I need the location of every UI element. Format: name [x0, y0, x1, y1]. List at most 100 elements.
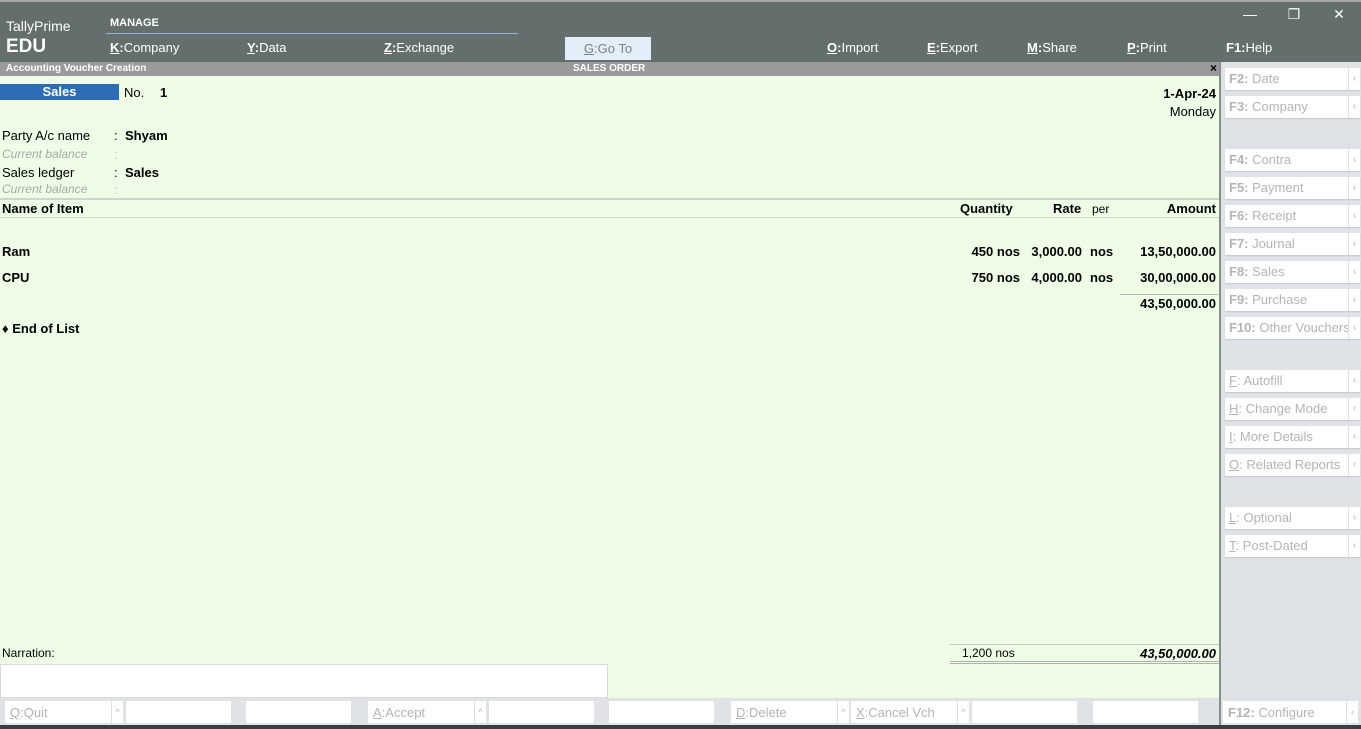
contra-button[interactable]: F4: Contra ‹ [1225, 149, 1360, 171]
menu-label: Export [940, 40, 978, 55]
menu-share[interactable]: M:Share [1027, 40, 1077, 55]
item-quantity[interactable]: 450 nos [972, 244, 1020, 259]
btn-key: F4 [1229, 152, 1245, 167]
close-screen-icon[interactable]: × [1210, 61, 1217, 75]
arrow-up-icon: ^ [957, 701, 969, 723]
btn-label: Post-Dated [1242, 538, 1308, 553]
item-per[interactable]: nos [1090, 244, 1113, 259]
btn-label: Optional [1243, 510, 1292, 525]
accept-button[interactable]: A:Accept ^ [368, 701, 486, 723]
item-name[interactable]: CPU [2, 270, 29, 285]
empty-button [1093, 701, 1198, 723]
journal-button[interactable]: F7: Journal ‹ [1225, 233, 1360, 255]
btn-key: F10 [1229, 320, 1252, 335]
sales-ledger-label: Sales ledger [2, 165, 75, 180]
item-amount[interactable]: 30,00,000.00 [1140, 270, 1216, 285]
btn-key: F6 [1229, 208, 1245, 223]
menu-exchange[interactable]: Z:Exchange [384, 40, 454, 55]
total-divider [950, 661, 1219, 662]
menu-key: Z [384, 40, 392, 55]
item-per[interactable]: nos [1090, 270, 1113, 285]
item-amount[interactable]: 13,50,000.00 [1140, 244, 1216, 259]
item-name[interactable]: Ram [2, 244, 30, 259]
payment-button[interactable]: F5: Payment ‹ [1225, 177, 1360, 199]
menu-company[interactable]: K:Company [110, 40, 179, 55]
btn-label: Receipt [1252, 208, 1297, 223]
table-header-divider [0, 198, 1219, 200]
btn-key: F12 [1228, 705, 1251, 720]
arrow-up-icon: ^ [837, 701, 849, 723]
more-details-button[interactable]: I: More Details ‹ [1225, 426, 1360, 448]
party-name-label: Party A/c name [2, 128, 91, 143]
sales-ledger-field[interactable]: Sales [125, 165, 159, 180]
quit-button[interactable]: Q:Quit ^ [5, 701, 123, 723]
btn-key: D [736, 705, 746, 720]
company-button[interactable]: F3: Company ‹ [1225, 96, 1360, 118]
total-quantity: 1,200 nos [962, 646, 1015, 660]
item-quantity[interactable]: 750 nos [972, 270, 1020, 285]
arrow-left-icon: ‹ [1348, 426, 1360, 448]
btn-key: L [1229, 510, 1237, 525]
optional-button[interactable]: L: Optional ‹ [1225, 507, 1360, 529]
purchase-button[interactable]: F9: Purchase ‹ [1225, 289, 1360, 311]
window-close-icon[interactable]: ✕ [1327, 6, 1351, 23]
delete-button[interactable]: D:Delete ^ [731, 701, 849, 723]
empty-button [126, 701, 231, 723]
item-rate[interactable]: 3,000.00 [1031, 244, 1082, 259]
date-button[interactable]: F2: Date ‹ [1225, 68, 1360, 90]
menu-label: Go To [597, 41, 633, 56]
btn-label: Delete [749, 705, 787, 720]
goto-button[interactable]: G:Go To [565, 37, 651, 60]
menu-key: M [1027, 40, 1038, 55]
empty-button [246, 701, 351, 723]
menu-key: Y [247, 40, 255, 55]
voucher-title: SALES ORDER [573, 63, 646, 74]
btn-key: F3 [1229, 99, 1245, 114]
party-name-field[interactable]: Shyam [125, 128, 168, 143]
minimize-icon[interactable]: — [1238, 6, 1262, 22]
item-rate[interactable]: 4,000.00 [1031, 270, 1082, 285]
configure-button[interactable]: F12: Configure ‹ [1223, 701, 1358, 723]
voucher-number[interactable]: 1 [160, 85, 167, 100]
screen-title: Accounting Voucher Creation [6, 63, 147, 74]
voucher-date[interactable]: 1-Apr-24 [1163, 86, 1216, 101]
change-mode-button[interactable]: H: Change Mode ‹ [1225, 398, 1360, 420]
arrow-left-icon: ‹ [1348, 398, 1360, 420]
app-edition: EDU [6, 36, 47, 57]
narration-input[interactable] [0, 664, 608, 698]
other-vouchers-button[interactable]: F10: Other Vouchers ‹ [1225, 317, 1360, 339]
btn-label: Purchase [1252, 292, 1308, 307]
btn-label: Contra [1252, 152, 1292, 167]
top-menu-bar: TallyPrime EDU MANAGE K:Company Y:Data Z… [0, 0, 1361, 62]
ledger-balance-label: Current balance [2, 182, 88, 196]
arrow-left-icon: ‹ [1348, 507, 1360, 529]
sales-button[interactable]: F8: Sales ‹ [1225, 261, 1360, 283]
restore-icon[interactable]: ❐ [1282, 6, 1306, 23]
manage-section-label: MANAGE [110, 17, 159, 29]
cancel-voucher-button[interactable]: X:Cancel Vch ^ [851, 701, 969, 723]
end-of-list[interactable]: ♦ End of List [2, 321, 79, 336]
menu-export[interactable]: E:Export [927, 40, 978, 55]
btn-label: More Details [1239, 429, 1313, 444]
btn-key: F7 [1229, 236, 1245, 251]
btn-label: Payment [1252, 180, 1304, 195]
btn-key: T [1229, 538, 1236, 553]
menu-data[interactable]: Y:Data [247, 40, 287, 55]
menu-help[interactable]: F1:Help [1226, 40, 1272, 55]
btn-label: Accept [385, 705, 426, 720]
autofill-button[interactable]: F: Autofill ‹ [1225, 370, 1360, 392]
col-header-amount: Amount [1166, 201, 1216, 216]
related-reports-button[interactable]: O: Related Reports ‹ [1225, 454, 1360, 476]
menu-import[interactable]: O:Import [827, 40, 878, 55]
arrow-left-icon: ‹ [1348, 96, 1360, 118]
post-dated-button[interactable]: T: Post-Dated ‹ [1225, 535, 1360, 557]
receipt-button[interactable]: F6: Receipt ‹ [1225, 205, 1360, 227]
btn-key: O [1229, 457, 1240, 472]
btn-label: Autofill [1243, 373, 1283, 388]
btn-key: H [1229, 401, 1239, 416]
menu-print[interactable]: P:Print [1127, 40, 1167, 55]
subtotal-amount: 43,50,000.00 [1140, 296, 1216, 311]
btn-label: Cancel Vch [868, 705, 935, 720]
voucher-type[interactable]: Sales [0, 84, 119, 100]
menu-key: O [827, 40, 838, 55]
